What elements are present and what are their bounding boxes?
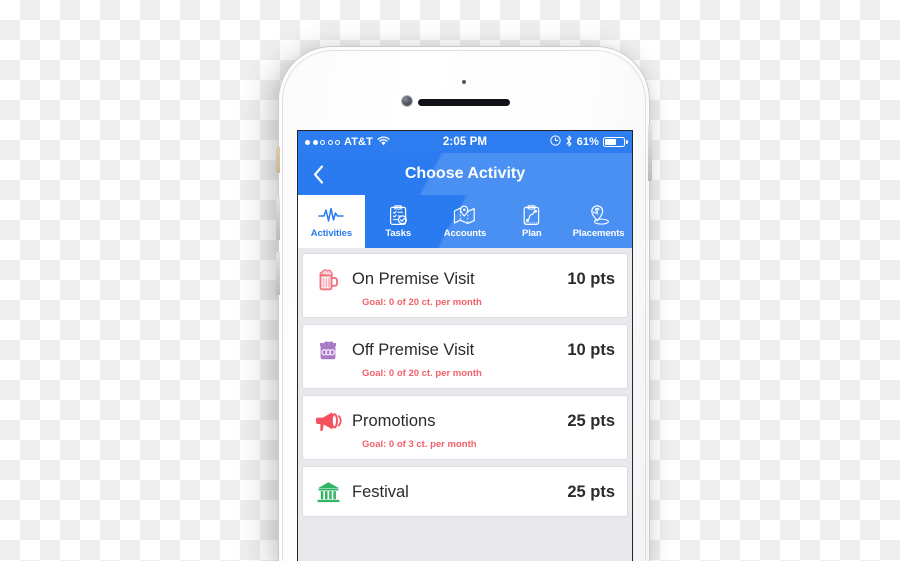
tab-plan[interactable]: Plan xyxy=(498,195,565,248)
list-item-main: Off Premise Visit 10 pts xyxy=(313,335,615,365)
proximity-sensor xyxy=(462,80,466,84)
battery-percent-label: 61% xyxy=(576,136,599,148)
list-item[interactable]: Promotions 25 pts Goal: 0 of 3 ct. per m… xyxy=(302,395,628,460)
chevron-left-icon xyxy=(313,164,323,184)
list-item-goal: Goal: 0 of 3 ct. per month xyxy=(362,439,477,450)
list-item-main: Festival 25 pts xyxy=(313,477,615,507)
tab-label: Accounts xyxy=(443,228,487,239)
map-pin-icon xyxy=(453,204,476,226)
list-item-points: 10 pts xyxy=(567,340,615,359)
page-title: Choose Activity xyxy=(404,165,526,182)
beer-mug-icon xyxy=(313,264,343,294)
volume-up-button[interactable] xyxy=(276,197,280,240)
list-item-points: 10 pts xyxy=(567,269,615,288)
list-item-title: On Premise Visit xyxy=(352,269,475,288)
canvas: AT&T 2:05 PM 61% Choose Activity Activit… xyxy=(0,0,900,561)
list-item-main: Promotions 25 pts xyxy=(313,406,615,436)
power-button[interactable] xyxy=(648,125,652,181)
status-bar-right: 61% xyxy=(549,134,628,150)
activity-list: On Premise Visit 10 pts Goal: 0 of 20 ct… xyxy=(298,248,632,561)
pulse-icon xyxy=(318,204,345,226)
status-bar: AT&T 2:05 PM 61% xyxy=(298,131,632,153)
carrier-label: AT&T xyxy=(344,136,373,148)
front-camera xyxy=(402,96,412,106)
list-item-title: Off Premise Visit xyxy=(352,340,475,359)
tab-tasks[interactable]: Tasks xyxy=(365,195,432,248)
tab-label: Activities xyxy=(310,228,353,239)
list-item-title: Festival xyxy=(352,482,409,501)
megaphone-icon xyxy=(313,406,343,436)
tab-label: Plan xyxy=(521,228,542,239)
tab-bar: Activities Tasks Accounts Plan Placement… xyxy=(298,195,632,248)
earpiece-speaker xyxy=(418,99,510,106)
phone-device: AT&T 2:05 PM 61% Choose Activity Activit… xyxy=(276,46,652,561)
clipboard-route-icon xyxy=(522,204,541,226)
pin-dollar-icon xyxy=(588,204,610,226)
clipboard-check-icon xyxy=(389,204,408,226)
back-button[interactable] xyxy=(298,164,338,184)
navigation-bar: Choose Activity xyxy=(298,153,632,195)
wifi-icon xyxy=(377,136,390,149)
phone-screen: AT&T 2:05 PM 61% Choose Activity Activit… xyxy=(297,130,633,561)
bluetooth-icon xyxy=(565,134,573,150)
list-item-title: Promotions xyxy=(352,411,436,430)
silent-switch[interactable] xyxy=(276,147,280,173)
list-item-points: 25 pts xyxy=(567,411,615,430)
list-item[interactable]: Festival 25 pts xyxy=(302,466,628,517)
battery-icon xyxy=(603,137,628,147)
volume-down-button[interactable] xyxy=(276,252,280,295)
tab-accounts[interactable]: Accounts xyxy=(432,195,499,248)
signal-strength-dots xyxy=(305,139,340,145)
list-item-points: 25 pts xyxy=(567,482,615,501)
tab-placements[interactable]: Placements xyxy=(565,195,632,248)
tab-label: Placements xyxy=(572,228,625,239)
six-pack-icon xyxy=(313,335,343,365)
bank-building-icon xyxy=(313,477,343,507)
list-item[interactable]: On Premise Visit 10 pts Goal: 0 of 20 ct… xyxy=(302,253,628,318)
alarm-icon xyxy=(549,135,561,149)
list-item-goal: Goal: 0 of 20 ct. per month xyxy=(362,368,482,379)
tab-activities[interactable]: Activities xyxy=(298,195,365,248)
list-item[interactable]: Off Premise Visit 10 pts Goal: 0 of 20 c… xyxy=(302,324,628,389)
status-bar-left: AT&T xyxy=(305,136,390,149)
list-item-goal: Goal: 0 of 20 ct. per month xyxy=(362,297,482,308)
list-item-main: On Premise Visit 10 pts xyxy=(313,264,615,294)
tab-label: Tasks xyxy=(385,228,412,239)
